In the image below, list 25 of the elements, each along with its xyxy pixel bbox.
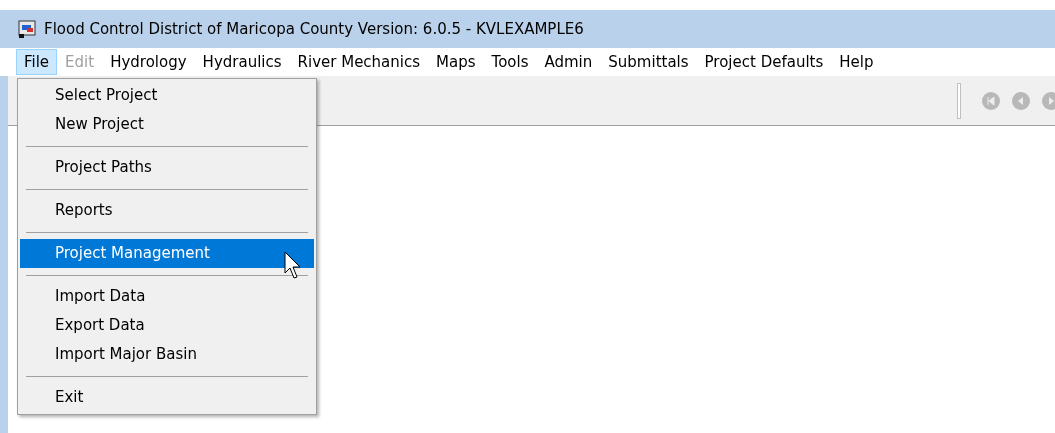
mouse-pointer-icon <box>284 251 302 281</box>
menu-option[interactable]: Export Data <box>20 311 314 340</box>
back-icon[interactable] <box>1011 90 1031 111</box>
forward-icon[interactable] <box>1041 90 1055 111</box>
menu-item[interactable]: Hydrology <box>102 49 195 75</box>
menu-item[interactable]: Hydraulics <box>194 49 290 75</box>
menu-item[interactable]: Admin <box>536 49 601 75</box>
menu-item[interactable]: Project Defaults <box>696 49 832 75</box>
menu-item[interactable]: Maps <box>428 49 484 75</box>
menu-option[interactable]: Project Management <box>20 239 314 268</box>
menu-item[interactable]: Tools <box>483 49 537 75</box>
window-title: Flood Control District of Maricopa County Version: 6.0.5 - KVLEXAMPLE6 <box>44 18 584 40</box>
menu-option[interactable]: Select Project <box>20 81 314 110</box>
app-icon <box>18 19 38 39</box>
menu-option[interactable]: Project Paths <box>20 153 314 182</box>
menu-option[interactable]: Reports <box>20 196 314 225</box>
menu-option[interactable]: Exit <box>20 383 314 412</box>
menu-option[interactable]: New Project <box>20 110 314 139</box>
menu-item[interactable]: Help <box>831 49 882 75</box>
menu-option[interactable]: Import Data <box>20 282 314 311</box>
rewind-icon[interactable] <box>981 90 1001 111</box>
menu-item[interactable]: River Mechanics <box>289 49 429 75</box>
menu-option[interactable]: Import Major Basin <box>20 340 314 369</box>
menu-item[interactable]: File <box>16 49 58 75</box>
menu-item[interactable]: Submittals <box>600 49 697 75</box>
